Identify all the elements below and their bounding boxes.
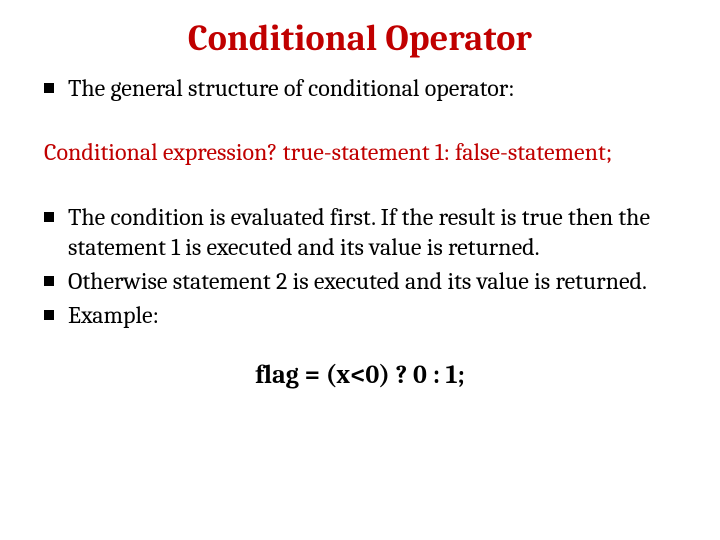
bullet-item: The general structure of conditional ope… bbox=[40, 73, 680, 103]
slide-title: Conditional Operator bbox=[40, 18, 680, 59]
bullet-item: The condition is evaluated first. If the… bbox=[40, 202, 680, 262]
bullet-item: Otherwise statement 2 is executed and it… bbox=[40, 266, 680, 296]
example-code: flag = (x<0) ? 0 : 1; bbox=[40, 360, 680, 390]
bullet-item: Example: bbox=[40, 300, 680, 330]
bullet-list-bottom: The condition is evaluated first. If the… bbox=[40, 202, 680, 330]
conditional-expression-text: Conditional expression? true-statement 1… bbox=[44, 137, 680, 168]
bullet-list-top: The general structure of conditional ope… bbox=[40, 73, 680, 103]
slide: Conditional Operator The general structu… bbox=[0, 0, 720, 540]
